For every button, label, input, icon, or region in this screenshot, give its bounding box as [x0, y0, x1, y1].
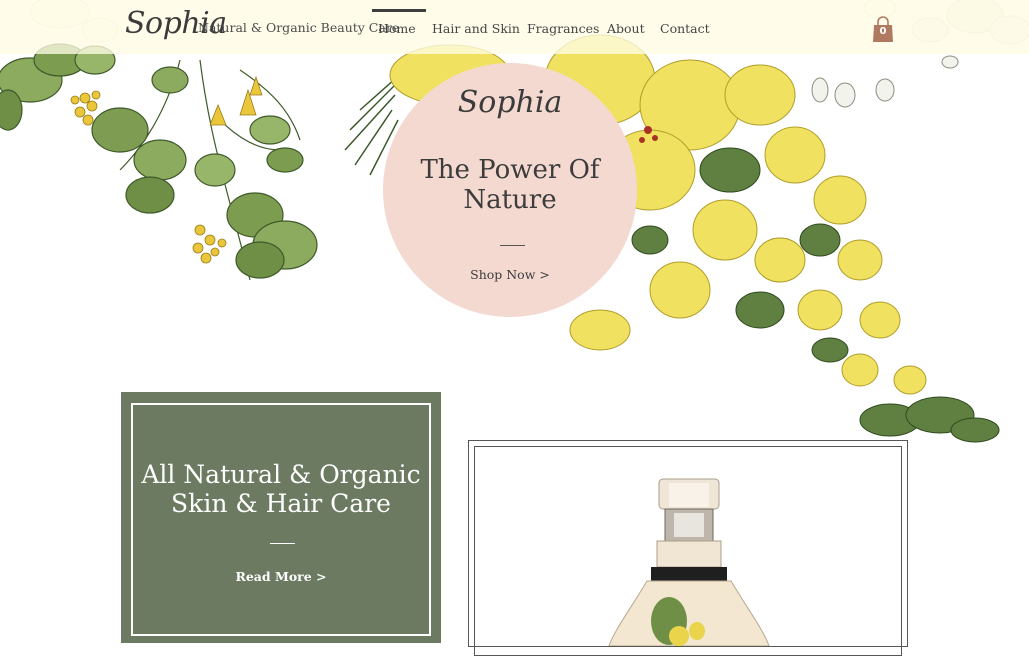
nav-item-contact[interactable]: Contact: [660, 21, 710, 36]
hero-logo: Sophia: [457, 85, 563, 120]
hero-divider: [500, 245, 525, 246]
site-tagline: Natural & Organic Beauty Care: [198, 20, 400, 35]
cart-count: 0: [879, 26, 887, 37]
nav-item-fragrances[interactable]: Fragrances: [527, 21, 599, 36]
perfume-bottle-image[interactable]: [469, 441, 907, 646]
promo-title: All Natural & Organic Skin & Hair Care: [141, 460, 421, 518]
read-more-link[interactable]: Read More >: [121, 569, 441, 584]
hero-title: The Power Of Nature: [420, 155, 600, 215]
nav-item-about[interactable]: About: [607, 21, 645, 36]
promo-divider: [270, 543, 295, 544]
site-header: Sophia Natural & Organic Beauty Care Hom…: [0, 0, 1029, 54]
promo-card: All Natural & Organic Skin & Hair Care R…: [121, 392, 441, 643]
promo-frame: [131, 403, 431, 636]
hero-banner: Sophia The Power Of Nature Shop Now >: [383, 63, 637, 317]
nav-item-home[interactable]: Home: [372, 9, 426, 36]
nav-item-hair-and-skin[interactable]: Hair and Skin: [432, 21, 520, 36]
shop-now-link[interactable]: Shop Now >: [383, 267, 637, 282]
cart-button[interactable]: 0: [872, 16, 894, 42]
product-showcase: [468, 440, 908, 656]
